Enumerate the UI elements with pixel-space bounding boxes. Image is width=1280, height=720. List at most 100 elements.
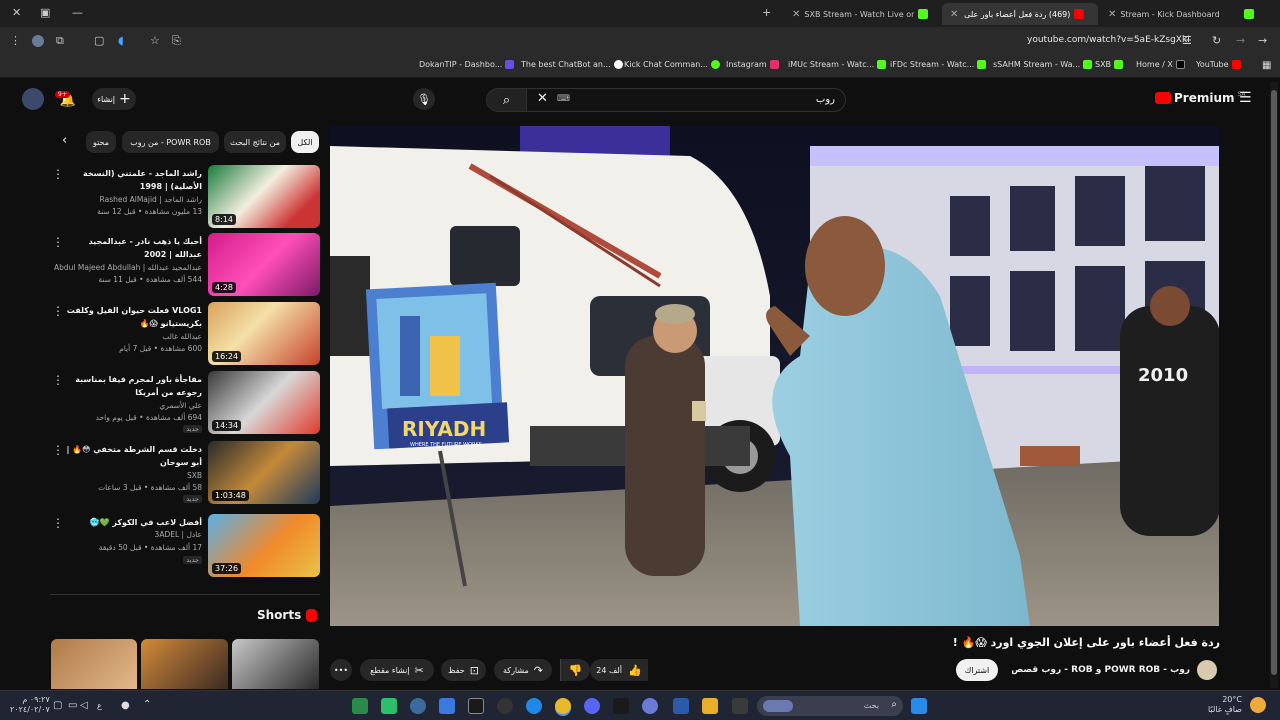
subscribe-button[interactable]: اشتراك bbox=[956, 659, 998, 681]
related-title[interactable]: أفضل لاعب في الكوكز 💚🥶 bbox=[62, 516, 202, 529]
obs-app-icon[interactable] bbox=[497, 698, 513, 714]
clock[interactable]: ٠٩:٢٧ م ٢٠٢٤/٠٢/٠٧ bbox=[10, 695, 50, 715]
bookmark-ifdc[interactable]: iFDc Stream - Watc... bbox=[890, 60, 987, 69]
start-windows-icon[interactable] bbox=[911, 698, 927, 714]
related-title[interactable]: أحبك يا ذهب نادر - عبدالمجيد عبدالله | 2… bbox=[62, 235, 202, 261]
close-icon[interactable]: ✕ bbox=[792, 9, 800, 20]
maximize-icon[interactable]: ▣ bbox=[40, 6, 50, 19]
list-item[interactable]: ⋮ VLOG1 فعلت حيوان الفيل وكلفت بكريستيان… bbox=[52, 302, 320, 366]
related-thumbnail[interactable]: 8:14 bbox=[208, 165, 320, 228]
related-thumbnail[interactable]: 14:34 bbox=[208, 371, 320, 434]
hamburger-menu-icon[interactable]: ☰ bbox=[1239, 90, 1252, 106]
save-button[interactable]: حفظ ⊡ bbox=[441, 659, 486, 681]
list-item[interactable]: ⋮ راشد الماجد - علمتني (النسخة الأصلية) … bbox=[52, 165, 320, 229]
screenshot-icon[interactable]: ⎘ bbox=[172, 34, 181, 48]
more-actions-button[interactable]: ••• bbox=[330, 659, 352, 681]
chip-all[interactable]: الكل bbox=[291, 131, 319, 153]
clear-search-icon[interactable]: ✕ bbox=[537, 91, 548, 106]
bookmark-kick-commands[interactable]: Kick Chat Comman... bbox=[624, 60, 720, 69]
bookmark-dokantip[interactable]: DokanTIP - Dashbo... bbox=[419, 60, 515, 69]
volume-icon[interactable]: ◁ bbox=[80, 700, 88, 711]
chip-from-search[interactable]: من نتائج البحث bbox=[224, 131, 286, 153]
video-player[interactable]: RIYADH WHERE THE FUTURE WORKS 2010 bbox=[330, 126, 1219, 626]
list-item[interactable]: ⋮ دخلت قسم الشرطة متخفي 😳🔥 | أبو سوحان S… bbox=[52, 441, 320, 505]
close-icon[interactable]: ✕ bbox=[1108, 9, 1116, 20]
avatar[interactable] bbox=[22, 88, 44, 110]
back-icon[interactable]: → bbox=[1258, 34, 1267, 47]
app-icon[interactable] bbox=[381, 698, 397, 714]
network-icon[interactable]: ▭ bbox=[68, 700, 77, 711]
chevron-up-icon[interactable]: ⌃ bbox=[143, 699, 151, 710]
channel-avatar[interactable] bbox=[1197, 660, 1217, 680]
read-aloud-icon[interactable]: ◖ bbox=[118, 34, 124, 47]
chip-from-powr-rob[interactable]: من روب - POWR ROB bbox=[122, 131, 219, 153]
mic-icon[interactable]: ● bbox=[121, 700, 130, 711]
app-icon[interactable] bbox=[468, 698, 484, 714]
related-title[interactable]: VLOG1 فعلت حيوان الفيل وكلفت بكريستيانو … bbox=[62, 304, 202, 330]
tab-youtube-video[interactable]: ✕ (469) ردة فعل أعضاء باور على إعلان bbox=[942, 3, 1098, 25]
close-icon[interactable]: ✕ bbox=[950, 9, 958, 20]
scrollbar[interactable] bbox=[1270, 82, 1278, 688]
terminal-app-icon[interactable] bbox=[352, 698, 368, 714]
related-channel[interactable]: علي الأسمري bbox=[159, 401, 202, 410]
short-thumbnail[interactable] bbox=[232, 639, 319, 689]
chevron-left-icon[interactable]: ‹ bbox=[62, 133, 67, 148]
app-icon[interactable] bbox=[732, 698, 748, 714]
related-thumbnail[interactable]: 37:26 bbox=[208, 514, 320, 577]
keyboard-icon[interactable]: ⌨ bbox=[557, 94, 570, 104]
sidebar-icon[interactable]: ▢ bbox=[94, 34, 104, 47]
list-item[interactable]: ⋮ أفضل لاعب في الكوكز 💚🥶 3ADEL | عادل 17… bbox=[52, 514, 320, 578]
settings-app-icon[interactable] bbox=[410, 698, 426, 714]
youtube-logo[interactable]: Premium SA bbox=[1155, 91, 1246, 105]
dislike-button[interactable]: 👎 bbox=[560, 659, 590, 681]
related-title[interactable]: مفاجأة باور لمجرم فيفا بمناسبة رجوعه من … bbox=[62, 373, 202, 399]
bookmark-ssahm[interactable]: sSAHM Stream - Wa... bbox=[993, 60, 1093, 69]
related-title[interactable]: دخلت قسم الشرطة متخفي 😳🔥 | أبو سوحان bbox=[62, 443, 203, 469]
voice-search-icon[interactable]: 🎙 bbox=[413, 88, 435, 110]
taskbar-search[interactable]: ⌕ بحث bbox=[757, 696, 903, 716]
close-window-icon[interactable]: — bbox=[72, 6, 83, 19]
chrome-app-icon[interactable] bbox=[555, 698, 571, 714]
like-button[interactable]: 24 ألف 👍 bbox=[590, 659, 648, 681]
related-channel[interactable]: Rashed AlMajid | راشد الماجد bbox=[100, 195, 202, 204]
bookmark-imuc[interactable]: iMUc Stream - Watc... bbox=[788, 60, 887, 69]
scrollbar-thumb[interactable] bbox=[1271, 90, 1277, 675]
short-thumbnail[interactable] bbox=[51, 639, 137, 689]
language-indicator[interactable]: ع bbox=[97, 701, 102, 710]
list-item[interactable]: ⋮ أحبك يا ذهب نادر - عبدالمجيد عبدالله |… bbox=[52, 233, 320, 297]
favorite-star-icon[interactable]: ☆ bbox=[150, 34, 160, 47]
store-app-icon[interactable] bbox=[439, 698, 455, 714]
security-app-icon[interactable] bbox=[673, 698, 689, 714]
bookmark-instagram[interactable]: Instagram bbox=[726, 60, 779, 69]
app-icon[interactable] bbox=[642, 698, 658, 714]
weather-widget[interactable]: 20°C صافٍ غالبًا bbox=[1208, 695, 1242, 715]
discord-app-icon[interactable] bbox=[584, 698, 600, 714]
menu-icon[interactable]: ⋮ bbox=[10, 34, 21, 47]
app-icon[interactable] bbox=[613, 698, 629, 714]
share-button[interactable]: مشاركة ↷ bbox=[494, 659, 552, 681]
related-thumbnail[interactable]: 4:28 bbox=[208, 233, 320, 296]
bookmark-youtube[interactable]: YouTube bbox=[1196, 60, 1241, 69]
related-channel[interactable]: 3ADEL | عادل bbox=[155, 530, 202, 539]
bookmark-sxb[interactable]: SXB bbox=[1095, 60, 1124, 69]
tune-icon[interactable]: ☰ bbox=[1182, 34, 1192, 47]
extensions-icon[interactable]: ⧉ bbox=[56, 34, 64, 48]
clip-button[interactable]: إنشاء مقطع ✂ bbox=[360, 659, 434, 681]
tab-sxb-stream[interactable]: ✕ SXB Stream - Watch Live on Kick bbox=[784, 3, 940, 25]
profile-avatar[interactable] bbox=[32, 35, 44, 47]
search-icon[interactable]: ⌕ bbox=[487, 89, 527, 111]
related-channel[interactable]: SXB bbox=[187, 471, 202, 480]
url-field[interactable]: youtube.com/watch?v=5aE-kZsgXkI bbox=[1027, 35, 1190, 45]
related-channel[interactable]: عبدالله غالب bbox=[162, 332, 202, 341]
forward-icon[interactable]: → bbox=[1236, 34, 1245, 47]
all-bookmarks-icon[interactable]: ▦ bbox=[1262, 60, 1271, 71]
new-tab-icon[interactable]: + bbox=[762, 6, 771, 19]
chip-content[interactable]: محتو bbox=[86, 131, 116, 153]
channel-name[interactable]: روب - POWR ROB و ROB - روب قصص bbox=[1012, 665, 1190, 675]
short-thumbnail[interactable] bbox=[141, 639, 228, 689]
bookmark-chatbot[interactable]: The best ChatBot an... bbox=[521, 60, 623, 69]
related-title[interactable]: راشد الماجد - علمتني (النسخة الأصلية) | … bbox=[62, 167, 202, 193]
reload-icon[interactable]: ↻ bbox=[1212, 34, 1221, 47]
chat-icon[interactable]: ▢ bbox=[53, 700, 62, 711]
bookmark-x[interactable]: Home / X bbox=[1136, 60, 1185, 69]
